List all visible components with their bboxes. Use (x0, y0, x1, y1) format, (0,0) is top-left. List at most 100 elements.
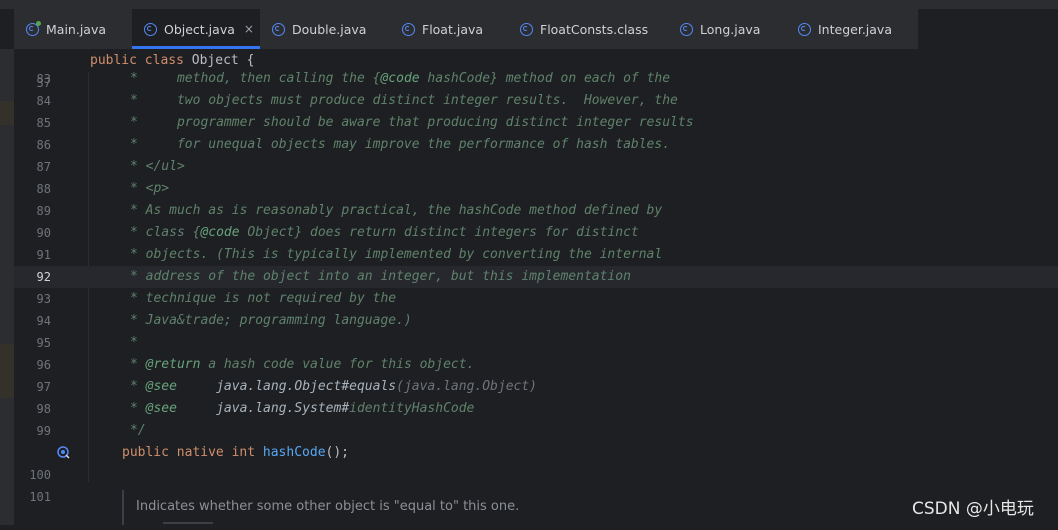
editor-left-gutter (0, 49, 14, 525)
line-number: 101 (29, 490, 51, 504)
java-class-icon (680, 22, 693, 36)
code-line[interactable]: 87 * </ul> (14, 156, 1058, 178)
javadoc-reference-member: equals (349, 379, 397, 394)
doc-preview-bar (122, 490, 124, 525)
comment-star: * (130, 357, 138, 372)
comment-star: * (130, 247, 138, 262)
tab-float-java[interactable]: Float.java (390, 9, 508, 49)
line-number: 91 (36, 248, 51, 262)
close-icon[interactable]: × (244, 22, 254, 36)
tab-label: Float.java (422, 21, 484, 37)
code-line[interactable]: 85 * programmer should be aware that prod… (14, 112, 1058, 134)
comment-text: technique is not required by the (137, 291, 397, 306)
comment-star: * (130, 137, 138, 152)
comment-text: address of the object into an integer, b… (137, 269, 631, 284)
comment-text (138, 379, 146, 394)
line-number: 92 (36, 270, 51, 284)
tab-label: Long.java (700, 21, 761, 37)
code-line-method[interactable]: 100 public native int hashCode(); (14, 442, 1058, 482)
java-class-icon (520, 22, 533, 36)
java-class-icon (272, 22, 285, 36)
line-number: 99 (36, 424, 51, 438)
comment-star: * (130, 269, 138, 284)
comment-text (138, 357, 146, 372)
code-line[interactable]: 88 * <p> (14, 178, 1058, 200)
tab-bar-right-area (918, 9, 1058, 49)
comment-text: Java&trade; programming language.) (137, 313, 412, 328)
comment-text: method, then calling the { (137, 71, 381, 86)
javadoc-tag: @code (200, 225, 240, 240)
doc-preview-underline (163, 522, 213, 524)
line-number: 84 (36, 94, 51, 108)
class-name: Object (191, 53, 239, 68)
tab-integer-java[interactable]: Integer.java (786, 9, 904, 49)
java-class-icon (144, 22, 157, 36)
java-class-icon (798, 22, 811, 36)
javadoc-reference: java.lang.System# (176, 401, 350, 416)
code-line[interactable]: 84 * two objects must produce distinct in… (14, 90, 1058, 112)
doc-preview-text: Indicates whether some other object is "… (136, 499, 520, 514)
javadoc-tag: @code (380, 71, 420, 86)
comment-text: hashCode} method on each of the (419, 71, 671, 86)
code-line[interactable]: 99 */ (14, 420, 1058, 442)
code-line[interactable]: 91 * objects. (This is typically implemen… (14, 244, 1058, 266)
line-number: 93 (36, 292, 51, 306)
comment-star: */ (130, 423, 146, 438)
method-name: hashCode (262, 445, 326, 460)
code-line[interactable]: 90 * class {@code Object} does return dis… (14, 222, 1058, 244)
java-class-main-icon (26, 20, 41, 36)
code-line[interactable]: 92 * address of the object into an intege… (14, 266, 1058, 288)
comment-star: * (130, 115, 138, 130)
implements-method-icon[interactable] (57, 446, 70, 459)
editor-tab-bar: Main.java Object.java × Double.java Floa… (14, 9, 918, 49)
line-number: 94 (36, 314, 51, 328)
gutter-marker (0, 101, 14, 125)
tab-main-java[interactable]: Main.java (14, 9, 132, 49)
code-line[interactable]: 89 * As much as is reasonably practical, … (14, 200, 1058, 222)
comment-text: <p> (137, 181, 170, 196)
comment-star: * (130, 71, 138, 86)
line-number: 85 (36, 116, 51, 130)
keyword: public (90, 53, 137, 68)
code-line[interactable]: 96 * @return a hash code value for this o… (14, 354, 1058, 376)
punctuation: (); (325, 445, 350, 460)
javadoc-reference-rest: (java.lang.Object) (396, 379, 538, 394)
line-number: 97 (36, 380, 51, 394)
comment-text: two objects must produce distinct intege… (137, 93, 678, 108)
tab-object-java[interactable]: Object.java × (132, 9, 260, 49)
line-number: 87 (36, 160, 51, 174)
comment-text: objects. (This is typically implemented … (137, 247, 663, 262)
keyword: native (176, 445, 224, 460)
tab-bar-filler (904, 9, 918, 49)
line-number: 89 (36, 204, 51, 218)
gutter-marker (0, 344, 14, 398)
keyword: public (122, 445, 169, 460)
code-line[interactable]: 86 * for unequal objects may improve the … (14, 134, 1058, 156)
comment-star: * (130, 401, 138, 416)
tab-double-java[interactable]: Double.java (260, 9, 390, 49)
code-line[interactable]: 95 * (14, 332, 1058, 354)
line-number: 83 (36, 72, 51, 86)
java-class-icon (402, 22, 415, 36)
comment-star: * (130, 203, 138, 218)
line-number: 86 (36, 138, 51, 152)
comment-star: * (130, 93, 138, 108)
line-number: 88 (36, 182, 51, 196)
code-line[interactable]: 83 * method, then calling the {@code hash… (14, 68, 1058, 90)
javadoc-tag: @see (145, 401, 177, 416)
tab-long-java[interactable]: Long.java (668, 9, 786, 49)
comment-text: </ul> (137, 159, 185, 174)
line-number: 95 (36, 336, 51, 350)
code-line[interactable]: 93 * technique is not required by the (14, 288, 1058, 310)
code-line[interactable]: 97 * @see java.lang.Object#equals(java.la… (14, 376, 1058, 398)
code-line[interactable]: 98 * @see java.lang.System#identityHashCo… (14, 398, 1058, 420)
tab-label: Object.java (164, 21, 235, 37)
tab-floatconsts-class[interactable]: FloatConsts.class (508, 9, 668, 49)
code-line[interactable]: 94 * Java&trade; programming language.) (14, 310, 1058, 332)
javadoc-reference: java.lang.Object# (176, 379, 350, 394)
tab-label: FloatConsts.class (540, 21, 649, 37)
comment-text: programmer should be aware that producin… (137, 115, 694, 130)
comment-star: * (130, 313, 138, 328)
comment-star: * (130, 291, 138, 306)
brace: { (246, 53, 255, 68)
